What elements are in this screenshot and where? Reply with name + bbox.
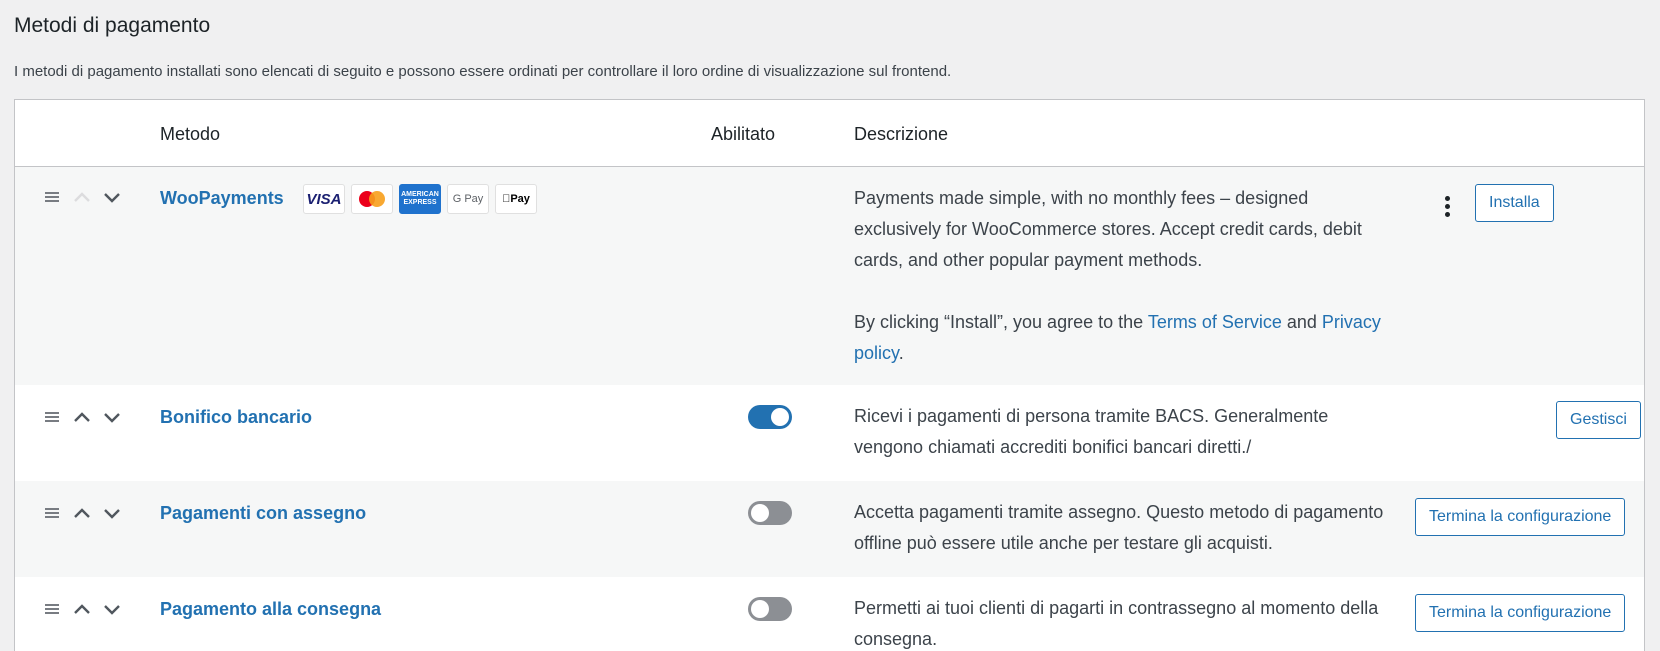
install-button[interactable]: Installa xyxy=(1475,184,1554,222)
apple-pay-icon: Pay xyxy=(495,184,537,214)
move-down-icon[interactable] xyxy=(101,407,123,427)
header-method: Metodo xyxy=(160,124,221,144)
header-enabled: Abilitato xyxy=(711,124,776,144)
enabled-toggle[interactable] xyxy=(748,501,792,525)
table-row-cod: Pagamento alla consegna Permetti ai tuoi… xyxy=(15,577,1644,651)
move-down-icon[interactable] xyxy=(101,599,123,619)
sort-controls xyxy=(41,407,123,427)
manage-button[interactable]: Gestisci xyxy=(1556,401,1641,439)
card-logos: VISA AMERICAN EXPRESS G Pay Pay xyxy=(303,184,537,214)
move-down-icon[interactable] xyxy=(101,503,123,523)
page-title: Metodi di pagamento xyxy=(14,14,211,37)
header-description: Descrizione xyxy=(854,124,949,144)
method-description: Ricevi i pagamenti di persona tramite BA… xyxy=(854,406,1329,457)
method-name-bacs[interactable]: Bonifico bancario xyxy=(160,407,312,428)
payment-methods-table: Metodo Abilitato Descrizione WooPayments… xyxy=(14,99,1645,651)
drag-handle-icon[interactable] xyxy=(41,407,63,427)
table-header: Metodo Abilitato Descrizione xyxy=(15,100,1644,167)
drag-handle-icon[interactable] xyxy=(41,187,63,207)
move-down-icon[interactable] xyxy=(101,187,123,207)
page-intro: I metodi di pagamento installati sono el… xyxy=(14,63,952,80)
method-name-woopayments[interactable]: WooPayments xyxy=(160,188,284,209)
drag-handle-icon[interactable] xyxy=(41,503,63,523)
move-up-icon[interactable] xyxy=(71,407,93,427)
drag-handle-icon[interactable] xyxy=(41,599,63,619)
mastercard-icon xyxy=(351,184,393,214)
google-pay-icon: G Pay xyxy=(447,184,489,214)
amex-icon: AMERICAN EXPRESS xyxy=(399,184,441,214)
move-up-icon[interactable] xyxy=(71,503,93,523)
move-up-icon xyxy=(71,187,93,207)
enabled-toggle[interactable] xyxy=(748,597,792,621)
move-up-icon[interactable] xyxy=(71,599,93,619)
method-description: Payments made simple, with no monthly fe… xyxy=(854,188,1381,363)
terms-link[interactable]: Terms of Service xyxy=(1148,312,1282,332)
finish-setup-button[interactable]: Termina la configurazione xyxy=(1415,498,1626,536)
more-options-icon[interactable] xyxy=(1437,193,1457,223)
table-row-bacs: Bonifico bancario Ricevi i pagamenti di … xyxy=(15,385,1644,481)
sort-controls xyxy=(41,599,123,619)
method-description: Permetti ai tuoi clienti di pagarti in c… xyxy=(854,598,1379,649)
finish-setup-button[interactable]: Termina la configurazione xyxy=(1415,594,1626,632)
method-name-cod[interactable]: Pagamento alla consegna xyxy=(160,599,381,620)
table-row-woopayments: WooPayments VISA AMERICAN EXPRESS G Pay … xyxy=(15,167,1644,385)
table-row-cheque: Pagamenti con assegno Accetta pagamenti … xyxy=(15,481,1644,577)
method-name-cheque[interactable]: Pagamenti con assegno xyxy=(160,503,366,524)
sort-controls xyxy=(41,187,123,207)
method-description: Accetta pagamenti tramite assegno. Quest… xyxy=(854,502,1384,553)
sort-controls xyxy=(41,503,123,523)
enabled-toggle[interactable] xyxy=(748,405,792,429)
visa-icon: VISA xyxy=(303,184,345,214)
